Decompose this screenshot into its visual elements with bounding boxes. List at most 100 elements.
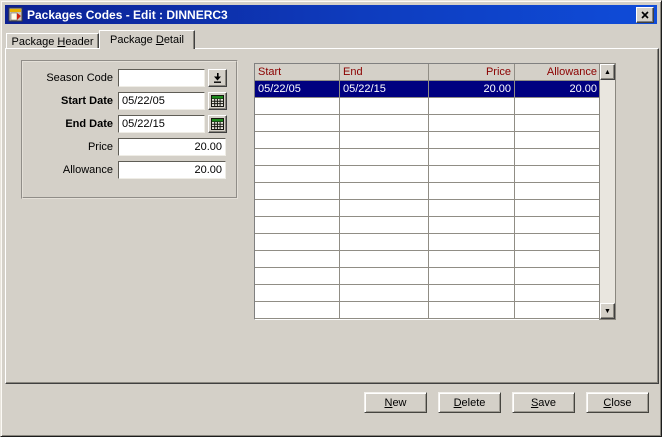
table-cell[interactable] bbox=[255, 98, 340, 114]
table-cell[interactable] bbox=[255, 115, 340, 131]
table-cell[interactable] bbox=[429, 149, 515, 165]
table-cell[interactable] bbox=[515, 98, 600, 114]
delete-button[interactable]: Delete bbox=[438, 392, 501, 413]
end-date-calendar-button[interactable] bbox=[208, 115, 227, 133]
table-cell[interactable] bbox=[515, 132, 600, 148]
cell-allowance[interactable]: 20.00 bbox=[515, 81, 600, 97]
table-cell[interactable] bbox=[515, 149, 600, 165]
table-cell[interactable] bbox=[515, 166, 600, 182]
cell-start[interactable]: 05/22/05 bbox=[255, 81, 340, 97]
table-cell[interactable] bbox=[515, 302, 600, 318]
table-cell[interactable] bbox=[515, 234, 600, 250]
scroll-down-button[interactable]: ▼ bbox=[600, 303, 615, 319]
table-cell[interactable] bbox=[515, 200, 600, 216]
table-cell[interactable] bbox=[255, 149, 340, 165]
table-row[interactable] bbox=[255, 302, 600, 319]
table-cell[interactable] bbox=[340, 268, 429, 284]
table-row[interactable] bbox=[255, 268, 600, 285]
table-row[interactable] bbox=[255, 149, 600, 166]
table-row[interactable] bbox=[255, 115, 600, 132]
table-cell[interactable] bbox=[255, 183, 340, 199]
table-cell[interactable] bbox=[255, 268, 340, 284]
table-cell[interactable] bbox=[340, 98, 429, 114]
column-header-end: End bbox=[340, 64, 429, 80]
table-cell[interactable] bbox=[515, 251, 600, 267]
column-header-start: Start bbox=[255, 64, 340, 80]
table-cell[interactable] bbox=[429, 183, 515, 199]
table-row[interactable] bbox=[255, 251, 600, 268]
table-cell[interactable] bbox=[255, 251, 340, 267]
table-cell[interactable] bbox=[340, 132, 429, 148]
table-cell[interactable] bbox=[340, 115, 429, 131]
price-input[interactable] bbox=[118, 138, 226, 156]
table-cell[interactable] bbox=[340, 183, 429, 199]
season-code-label: Season Code bbox=[21, 69, 118, 87]
season-code-lov-button[interactable] bbox=[208, 69, 227, 87]
table-cell[interactable] bbox=[255, 132, 340, 148]
table-cell[interactable] bbox=[515, 217, 600, 233]
scroll-up-icon: ▲ bbox=[604, 69, 611, 76]
table-cell[interactable] bbox=[255, 302, 340, 318]
table-row-selected[interactable]: 05/22/05 05/22/15 20.00 20.00 bbox=[255, 81, 600, 98]
calendar-icon bbox=[211, 95, 224, 107]
scroll-up-button[interactable]: ▲ bbox=[600, 64, 615, 80]
table-cell[interactable] bbox=[429, 268, 515, 284]
detail-records-table: Start End Price Allowance 05/22/05 05/22… bbox=[254, 63, 601, 320]
table-row[interactable] bbox=[255, 285, 600, 302]
table-cell[interactable] bbox=[515, 268, 600, 284]
title-bar[interactable]: Packages Codes - Edit : DINNERC3 bbox=[5, 5, 657, 24]
app-icon bbox=[8, 7, 23, 22]
table-cell[interactable] bbox=[255, 217, 340, 233]
table-row[interactable] bbox=[255, 217, 600, 234]
table-cell[interactable] bbox=[340, 234, 429, 250]
end-date-label: End Date bbox=[21, 115, 118, 133]
table-cell[interactable] bbox=[515, 183, 600, 199]
table-cell[interactable] bbox=[429, 166, 515, 182]
close-button-bottom[interactable]: Close bbox=[586, 392, 649, 413]
table-row[interactable] bbox=[255, 98, 600, 115]
tab-label: Package Detail bbox=[110, 34, 184, 46]
table-cell[interactable] bbox=[429, 98, 515, 114]
table-cell[interactable] bbox=[340, 200, 429, 216]
table-cell[interactable] bbox=[255, 200, 340, 216]
table-cell[interactable] bbox=[255, 234, 340, 250]
start-date-calendar-button[interactable] bbox=[208, 92, 227, 110]
new-button[interactable]: New bbox=[364, 392, 427, 413]
table-row[interactable] bbox=[255, 234, 600, 251]
allowance-input[interactable] bbox=[118, 161, 226, 179]
table-cell[interactable] bbox=[255, 285, 340, 301]
save-button[interactable]: Save bbox=[512, 392, 575, 413]
column-header-allowance: Allowance bbox=[515, 64, 600, 80]
table-cell[interactable] bbox=[515, 115, 600, 131]
table-cell[interactable] bbox=[429, 285, 515, 301]
table-cell[interactable] bbox=[429, 217, 515, 233]
table-cell[interactable] bbox=[429, 251, 515, 267]
close-button[interactable] bbox=[636, 7, 654, 23]
season-code-input[interactable] bbox=[118, 69, 205, 87]
table-cell[interactable] bbox=[340, 217, 429, 233]
end-date-input[interactable] bbox=[118, 115, 205, 133]
table-cell[interactable] bbox=[429, 132, 515, 148]
table-cell[interactable] bbox=[429, 302, 515, 318]
table-row[interactable] bbox=[255, 200, 600, 217]
table-cell[interactable] bbox=[429, 234, 515, 250]
table-scrollbar[interactable]: ▲ ▼ bbox=[599, 63, 616, 320]
table-cell[interactable] bbox=[429, 115, 515, 131]
tab-package-detail[interactable]: Package Detail bbox=[99, 30, 195, 49]
cell-price[interactable]: 20.00 bbox=[429, 81, 515, 97]
table-cell[interactable] bbox=[340, 166, 429, 182]
table-cell[interactable] bbox=[255, 166, 340, 182]
table-row[interactable] bbox=[255, 132, 600, 149]
cell-end[interactable]: 05/22/15 bbox=[340, 81, 429, 97]
table-cell[interactable] bbox=[429, 200, 515, 216]
table-row[interactable] bbox=[255, 183, 600, 200]
table-cell[interactable] bbox=[340, 251, 429, 267]
table-cell[interactable] bbox=[340, 285, 429, 301]
table-row[interactable] bbox=[255, 166, 600, 183]
price-label: Price bbox=[21, 138, 118, 156]
table-cell[interactable] bbox=[340, 149, 429, 165]
table-cell[interactable] bbox=[340, 302, 429, 318]
tab-package-header[interactable]: Package Header bbox=[6, 33, 99, 49]
table-cell[interactable] bbox=[515, 285, 600, 301]
start-date-input[interactable] bbox=[118, 92, 205, 110]
